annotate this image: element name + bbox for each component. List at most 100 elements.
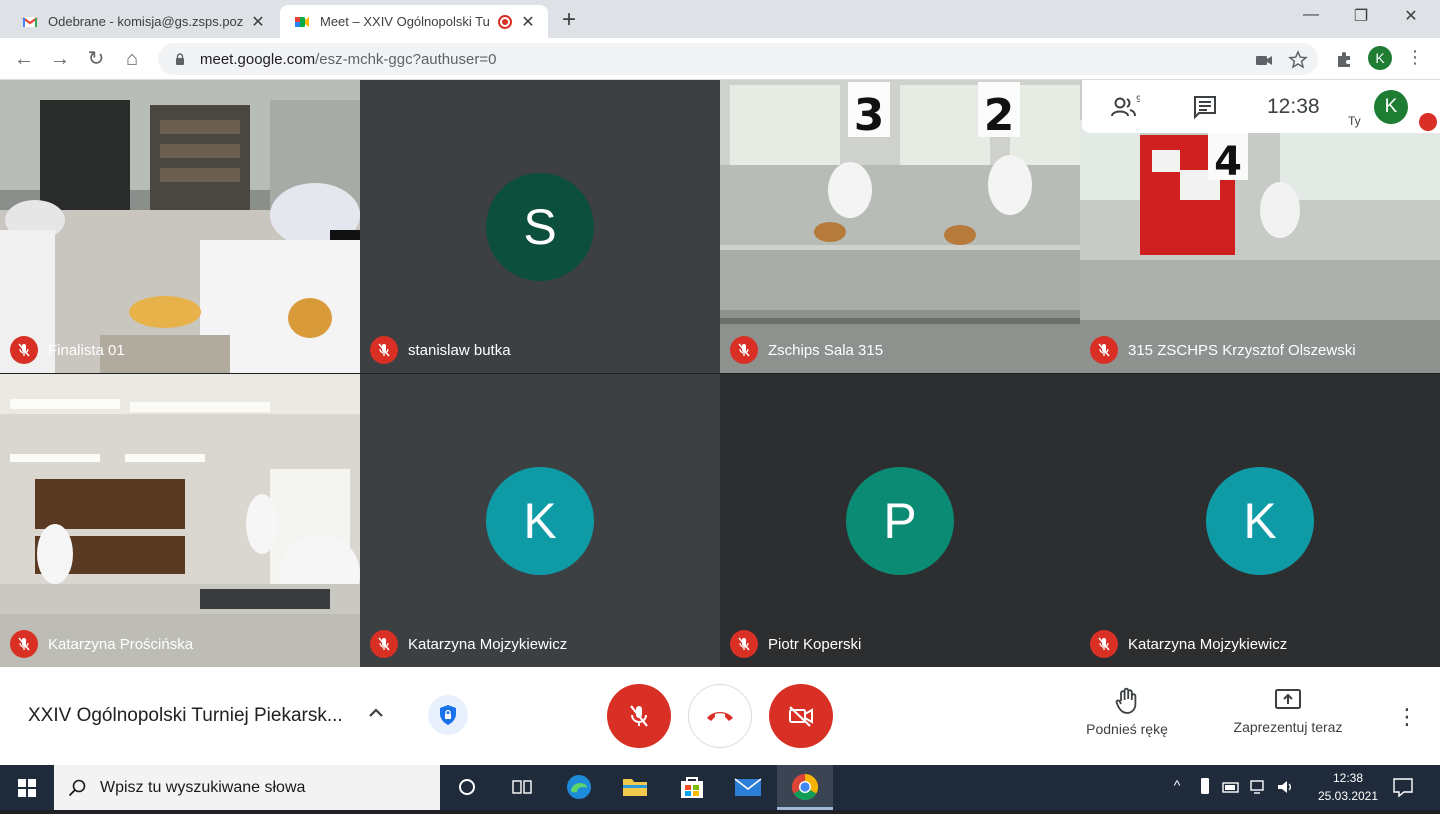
tab-title: Odebrane - komisja@gs.zsps.poz	[48, 14, 244, 29]
participant-tile[interactable]: 3 2 Zschips Sala 315	[720, 80, 1080, 373]
meeting-title[interactable]: XXIV Ogólnopolski Turniej Piekarsk...	[28, 705, 343, 727]
video-feed	[0, 80, 360, 373]
cortana-icon[interactable]	[452, 772, 482, 802]
tab-gmail[interactable]: Odebrane - komisja@gs.zsps.poz ✕	[8, 5, 278, 38]
participant-tile[interactable]: Katarzyna Prościńska	[0, 374, 360, 667]
participant-name: stanislaw butka	[408, 341, 511, 359]
security-shield-icon[interactable]	[428, 695, 468, 735]
close-tab-icon[interactable]: ✕	[518, 12, 538, 32]
more-options-icon[interactable]: ⋮	[1396, 703, 1418, 731]
battery-icon[interactable]	[1222, 777, 1240, 797]
participant-name: Katarzyna Prościńska	[48, 635, 194, 653]
address-bar: ← → ↻ ⌂ meet.google.com/esz-mchk-ggc?aut…	[0, 38, 1440, 80]
taskbar-search-field[interactable]: Wpisz tu wyszukiwane słowa	[54, 765, 440, 810]
forward-icon[interactable]: →	[48, 47, 72, 71]
browser-menu-icon[interactable]: ⋮	[1406, 47, 1424, 71]
self-mic-off-icon	[1419, 113, 1437, 131]
mic-off-icon	[630, 705, 648, 727]
network-icon[interactable]	[1250, 777, 1268, 797]
camera-toggle-button[interactable]	[769, 684, 833, 748]
participant-tile[interactable]: Finalista 01	[0, 80, 360, 373]
chevron-up-icon[interactable]: ^	[1168, 777, 1186, 797]
browser-tab-bar: Odebrane - komisja@gs.zsps.poz ✕ Meet – …	[0, 0, 1440, 38]
svg-text:2: 2	[984, 90, 1015, 141]
restore-icon[interactable]: ❐	[1338, 6, 1384, 26]
meet-info-panel: 9 12:38 Ty K	[1082, 80, 1440, 133]
participant-count-badge: 9	[1136, 95, 1140, 105]
close-tab-icon[interactable]: ✕	[248, 12, 268, 32]
notification-icon[interactable]	[1392, 776, 1414, 798]
meet-icon	[295, 16, 309, 27]
people-icon[interactable]: 9	[1110, 94, 1140, 120]
participant-name: Katarzyna Mojzykiewicz	[1128, 635, 1288, 653]
participant-tile[interactable]: K Katarzyna Mojzykiewicz	[1080, 374, 1440, 667]
edge-icon[interactable]	[564, 772, 594, 802]
mail-icon[interactable]	[733, 772, 763, 802]
video-feed: 3 2	[720, 80, 1080, 373]
start-button[interactable]	[0, 765, 54, 810]
lock-icon	[176, 53, 184, 65]
recording-icon	[498, 14, 512, 29]
mic-toggle-button[interactable]	[607, 684, 671, 748]
chrome-icon	[791, 773, 819, 801]
present-label: Zaprezentuj teraz	[1233, 719, 1343, 735]
mic-off-icon	[370, 630, 398, 658]
camera-icon[interactable]	[1254, 50, 1274, 70]
mic-off-icon	[370, 336, 398, 364]
leave-call-button[interactable]	[688, 684, 752, 748]
minimize-icon[interactable]: —	[1288, 6, 1334, 24]
meet-controls-bar: XXIV Ogólnopolski Turniej Piekarsk... Po…	[0, 667, 1440, 765]
participant-grid: Finalista 01 S stanislaw butka 3 2 Zschi…	[0, 80, 1440, 667]
home-icon[interactable]: ⌂	[120, 47, 144, 71]
present-screen-icon	[1275, 689, 1301, 709]
tab-title: Meet – XXIV Ogólnopolski Tu	[320, 14, 490, 29]
raise-hand-button[interactable]: Podnieś rękę	[1062, 687, 1192, 737]
url-field[interactable]: meet.google.com/esz-mchk-ggc?authuser=0	[158, 43, 1318, 75]
bookmark-star-icon[interactable]	[1288, 50, 1308, 70]
self-avatar[interactable]: K	[1374, 90, 1408, 124]
participant-tile[interactable]: P Piotr Koperski	[720, 374, 1080, 667]
svg-text:3: 3	[854, 90, 885, 141]
extensions-icon[interactable]	[1334, 49, 1354, 69]
camera-off-icon	[789, 706, 813, 727]
avatar: K	[486, 467, 594, 575]
phone-icon[interactable]	[1196, 777, 1214, 797]
url-host: meet.google.com	[200, 50, 316, 68]
participant-name-row: stanislaw butka	[370, 336, 511, 364]
close-window-icon[interactable]: ✕	[1388, 6, 1434, 26]
self-label: Ty	[1348, 114, 1361, 128]
video-feed	[0, 374, 360, 667]
avatar: K	[1206, 467, 1314, 575]
participant-name-row: 315 ZSCHPS Krzysztof Olszewski	[1090, 336, 1356, 364]
participant-tile[interactable]: K Katarzyna Mojzykiewicz	[360, 374, 720, 667]
participant-name-row: Zschips Sala 315	[730, 336, 883, 364]
system-time: 12:38	[1332, 771, 1364, 785]
participant-name-row: Katarzyna Mojzykiewicz	[1090, 630, 1287, 658]
system-clock[interactable]: 12:38 25.03.2021	[1306, 769, 1390, 805]
chrome-taskbar-button[interactable]	[777, 765, 833, 810]
participant-name: Zschips Sala 315	[768, 341, 884, 359]
tab-meet[interactable]: Meet – XXIV Ogólnopolski Tu ✕	[280, 5, 548, 38]
task-view-icon[interactable]	[507, 772, 537, 802]
new-tab-button[interactable]: +	[562, 6, 576, 34]
mic-off-icon	[1090, 630, 1118, 658]
url-path: /esz-mchk-ggc?authuser=0	[315, 50, 497, 68]
back-icon[interactable]: ←	[12, 47, 36, 71]
file-explorer-icon[interactable]	[620, 772, 650, 802]
participant-name: Piotr Koperski	[768, 635, 862, 653]
chevron-up-icon[interactable]	[366, 703, 386, 723]
participant-tile[interactable]: S stanislaw butka	[360, 80, 720, 373]
svg-text:4: 4	[1214, 139, 1242, 185]
profile-avatar[interactable]: K	[1368, 46, 1392, 70]
participant-name-row: Piotr Koperski	[730, 630, 861, 658]
gmail-icon	[22, 16, 38, 27]
mic-off-icon	[10, 336, 38, 364]
present-now-button[interactable]: Zaprezentuj teraz	[1223, 687, 1353, 735]
store-icon[interactable]	[677, 772, 707, 802]
chat-icon[interactable]	[1192, 94, 1218, 120]
hang-up-icon	[707, 712, 733, 721]
reload-icon[interactable]: ↻	[84, 47, 108, 71]
volume-icon[interactable]	[1276, 777, 1294, 797]
participant-name: Finalista 01	[48, 341, 125, 359]
participant-name-row: Katarzyna Prościńska	[10, 630, 193, 658]
